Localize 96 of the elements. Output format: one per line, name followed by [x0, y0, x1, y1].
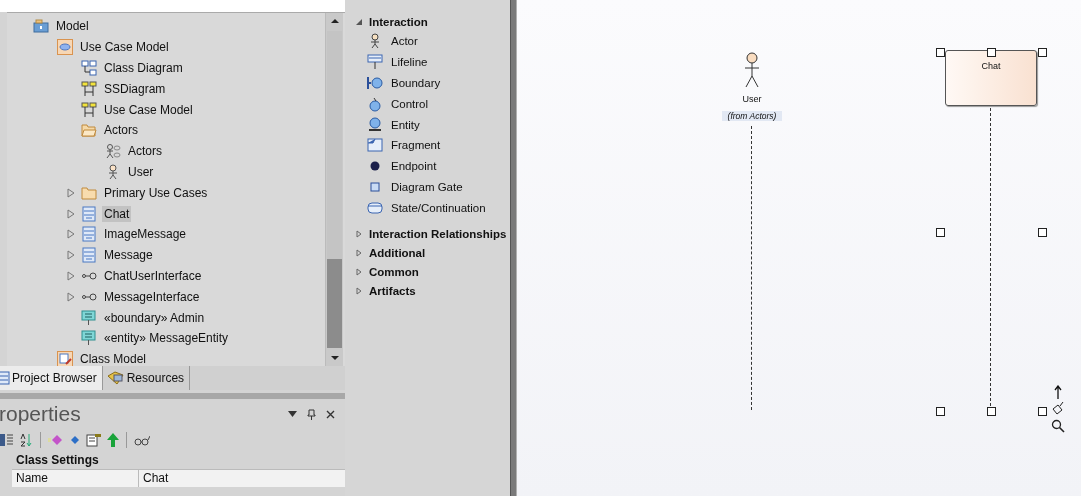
document-icon[interactable] [86, 433, 102, 447]
diagram-icon [81, 60, 97, 76]
tree-item[interactable]: Actors [126, 143, 164, 160]
tree-item[interactable]: Use Case Model [102, 101, 195, 118]
expand-icon[interactable] [355, 229, 363, 238]
up-arrow-icon[interactable] [1054, 385, 1062, 399]
close-icon[interactable] [326, 409, 335, 419]
state-icon [367, 199, 383, 216]
toolbox-item[interactable]: Endpoint [345, 155, 510, 177]
property-name: Name [12, 470, 139, 487]
toolbox-section[interactable]: Artifacts [369, 284, 416, 297]
dropdown-icon[interactable] [288, 411, 297, 417]
tree-item[interactable]: ChatUserInterface [102, 267, 204, 284]
tree-item[interactable]: Chat [102, 205, 132, 222]
folder-icon [81, 184, 97, 201]
package-icon [33, 18, 49, 35]
tree-item[interactable]: «entity» MessageEntity [102, 330, 231, 347]
tree-item[interactable]: ImageMessage [102, 226, 189, 243]
toolbox-item[interactable]: State/Continuation [345, 197, 510, 219]
element-icon [81, 330, 97, 347]
class-icon [81, 226, 97, 243]
tree-item[interactable]: Use Case Model [78, 39, 171, 56]
tree-item[interactable]: SSDiagram [102, 80, 168, 97]
toolbox-item[interactable]: Control [345, 93, 510, 115]
toolbox-item[interactable]: Boundary [345, 72, 510, 94]
boundary-icon [367, 75, 383, 91]
lifeline-icon [367, 54, 383, 71]
diagram-icon [81, 101, 97, 118]
expander-icon[interactable] [67, 187, 75, 198]
collapse-icon[interactable] [355, 17, 363, 26]
resize-handle[interactable] [987, 48, 996, 57]
tree-item[interactable]: User [126, 163, 156, 180]
control-icon [367, 95, 383, 112]
toolbox-section[interactable]: Common [369, 265, 419, 278]
entity-icon [367, 116, 383, 133]
resize-handle[interactable] [1038, 228, 1047, 237]
resize-handle[interactable] [936, 48, 945, 57]
lifeline[interactable] [751, 126, 752, 410]
panel-title: roperties [0, 402, 81, 426]
actor-figure[interactable] [744, 52, 760, 90]
section-header: Class Settings [15, 452, 100, 469]
expander-icon[interactable] [67, 270, 75, 281]
panel-splitter[interactable] [510, 0, 517, 496]
expand-icon[interactable] [355, 286, 363, 295]
panel-tab[interactable]: Project Browser [0, 366, 103, 390]
pin-icon[interactable] [307, 408, 316, 420]
toolbox-item[interactable]: Fragment [345, 135, 510, 156]
tree-item[interactable]: MessageInterface [102, 288, 202, 305]
tree-item[interactable]: Model [54, 18, 91, 35]
resize-handle[interactable] [1038, 48, 1047, 57]
resources-icon [106, 371, 125, 385]
actors-icon [105, 143, 121, 160]
tree-item[interactable]: Message [102, 247, 155, 264]
toolbox-section[interactable]: Interaction [369, 15, 428, 28]
class-icon [81, 247, 97, 264]
lifeline-box[interactable]: Chat [945, 50, 1037, 106]
scrollbar[interactable] [325, 13, 343, 366]
expander-icon[interactable] [67, 208, 75, 219]
toolbox-item[interactable]: Diagram Gate [345, 176, 510, 198]
toolbox-item[interactable]: Entity [345, 114, 510, 135]
sort-icon[interactable] [19, 433, 33, 447]
tree-item[interactable]: Primary Use Cases [102, 184, 210, 201]
diagram-icon [81, 80, 97, 97]
categorized-icon[interactable] [0, 433, 14, 447]
element-icon [81, 309, 97, 326]
class-icon [81, 205, 97, 222]
expander-icon[interactable] [67, 250, 75, 261]
expander-icon[interactable] [67, 229, 75, 240]
toolbox-section[interactable]: Additional [369, 246, 426, 259]
tree-item[interactable]: Class Model [78, 351, 149, 368]
folder-icon [81, 122, 97, 139]
tree-item[interactable]: Actors [102, 122, 140, 139]
fragment-icon [367, 137, 383, 154]
glasses-icon[interactable] [134, 433, 150, 447]
lifeline-name: User [741, 94, 763, 104]
browser-icon [0, 371, 10, 385]
paint-bucket-icon[interactable] [1051, 401, 1065, 415]
resize-handle[interactable] [987, 407, 996, 416]
lifeline-note: (from Actors) [722, 111, 782, 121]
search-icon[interactable] [1051, 419, 1065, 433]
diamond-icon[interactable] [48, 433, 64, 447]
expand-icon[interactable] [355, 248, 363, 257]
tree-item[interactable]: «boundary» Admin [102, 309, 207, 326]
toolbox-section[interactable]: Interaction Relationships [369, 227, 507, 240]
lifeline[interactable] [990, 108, 991, 406]
expand-icon[interactable] [355, 267, 363, 276]
expander-icon[interactable] [67, 291, 75, 302]
diamond-icon[interactable] [69, 433, 81, 447]
package-icon [57, 351, 73, 368]
tree-item[interactable]: Class Diagram [102, 60, 185, 76]
resize-handle[interactable] [936, 228, 945, 237]
resize-handle[interactable] [1038, 407, 1047, 416]
toolbox-item[interactable]: Actor [345, 31, 510, 52]
toolbox-item[interactable]: Lifeline [345, 51, 510, 73]
resize-handle[interactable] [936, 407, 945, 416]
property-value[interactable]: Chat [139, 470, 345, 487]
